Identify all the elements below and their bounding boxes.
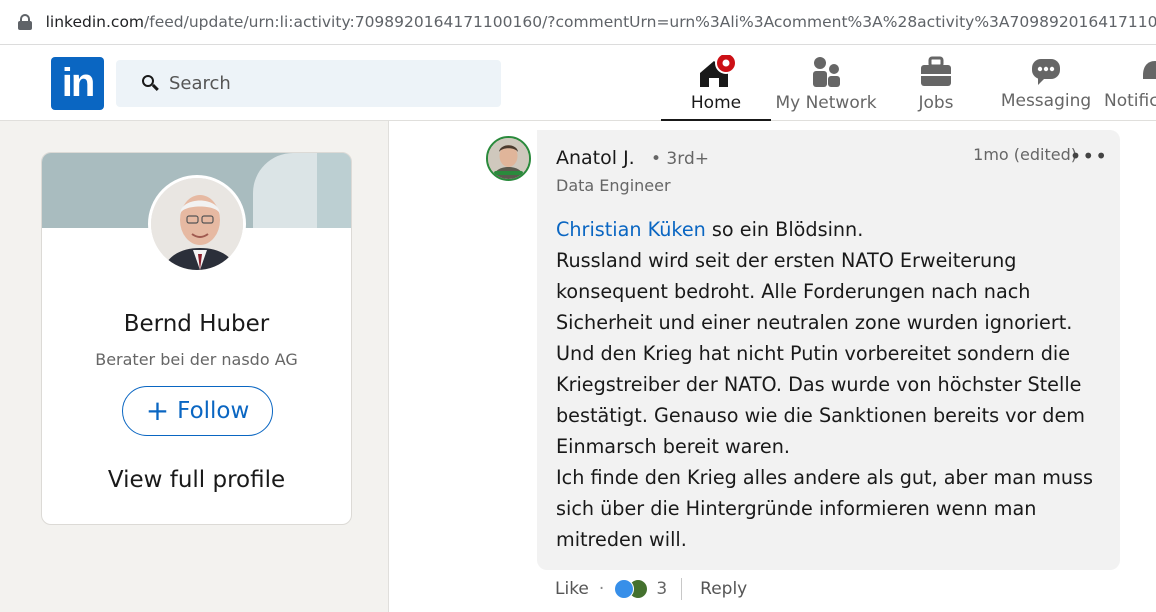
nav-messaging[interactable]: Messaging <box>991 45 1101 121</box>
nav-jobs-label: Jobs <box>918 93 954 113</box>
comment-timestamp: 1mo (edited) <box>973 145 1077 164</box>
separator-dot: · <box>598 579 605 599</box>
top-nav: in Home My Network Jobs <box>0 45 1156 121</box>
bell-icon <box>1143 61 1156 79</box>
profile-photo-icon <box>151 178 243 270</box>
linkedin-logo[interactable]: in <box>51 57 104 110</box>
reaction-count: 3 <box>656 579 668 599</box>
search-icon <box>142 74 160 93</box>
browser-url-bar[interactable]: linkedin.com/feed/update/urn:li:activity… <box>0 0 1156 45</box>
nav-home-label: Home <box>690 93 742 113</box>
comment-text: Christian Küken so ein Blödsinn. Russlan… <box>556 218 1094 551</box>
home-icon <box>700 55 736 87</box>
nav-home[interactable]: Home <box>661 45 771 121</box>
profile-headline: Berater bei der nasdo AG <box>95 350 298 369</box>
nav-jobs[interactable]: Jobs <box>881 45 991 121</box>
nav-notifications-label: Notific <box>1104 91 1156 111</box>
reactions-summary[interactable]: 3 <box>614 579 667 599</box>
plus-icon: + <box>145 394 170 427</box>
connection-degree: • 3rd+ <box>651 149 709 169</box>
url-text[interactable]: linkedin.com/feed/update/urn:li:activity… <box>46 13 1156 31</box>
comment-actions: Like · 3 Reply <box>555 576 747 602</box>
actions-divider <box>681 578 683 600</box>
nav-messaging-label: Messaging <box>1000 91 1092 111</box>
commenter-photo-icon <box>488 138 529 179</box>
profile-name[interactable]: Bernd Huber <box>42 311 351 337</box>
messaging-icon <box>1032 59 1060 85</box>
mention-link[interactable]: Christian Küken <box>556 218 706 241</box>
lock-icon <box>18 14 32 30</box>
nav-my-network[interactable]: My Network <box>771 45 881 121</box>
feed-column: Anatol J. • 3rd+ Data Engineer 1mo (edit… <box>388 121 1156 612</box>
network-icon <box>813 57 840 87</box>
search-box[interactable] <box>116 60 501 107</box>
briefcase-icon <box>921 56 951 86</box>
follow-button[interactable]: + Follow <box>122 386 273 436</box>
like-button[interactable]: Like <box>555 579 589 599</box>
comment-bubble: Anatol J. • 3rd+ Data Engineer 1mo (edit… <box>537 130 1120 570</box>
search-input[interactable] <box>169 73 469 94</box>
reply-button[interactable]: Reply <box>700 579 747 599</box>
view-full-profile-link[interactable]: View full profile <box>42 467 351 493</box>
commenter-avatar[interactable] <box>486 136 531 181</box>
avatar[interactable] <box>148 175 246 273</box>
nav-my-network-label: My Network <box>775 93 877 113</box>
comment-author-title: Data Engineer <box>556 176 671 195</box>
comment-author[interactable]: Anatol J. <box>556 147 635 169</box>
more-options-icon[interactable]: ••• <box>1070 144 1108 168</box>
nav-notifications[interactable]: Notific <box>1101 45 1156 121</box>
profile-card: Bernd Huber Berater bei der nasdo AG + F… <box>41 152 352 525</box>
follow-label: Follow <box>177 398 250 424</box>
